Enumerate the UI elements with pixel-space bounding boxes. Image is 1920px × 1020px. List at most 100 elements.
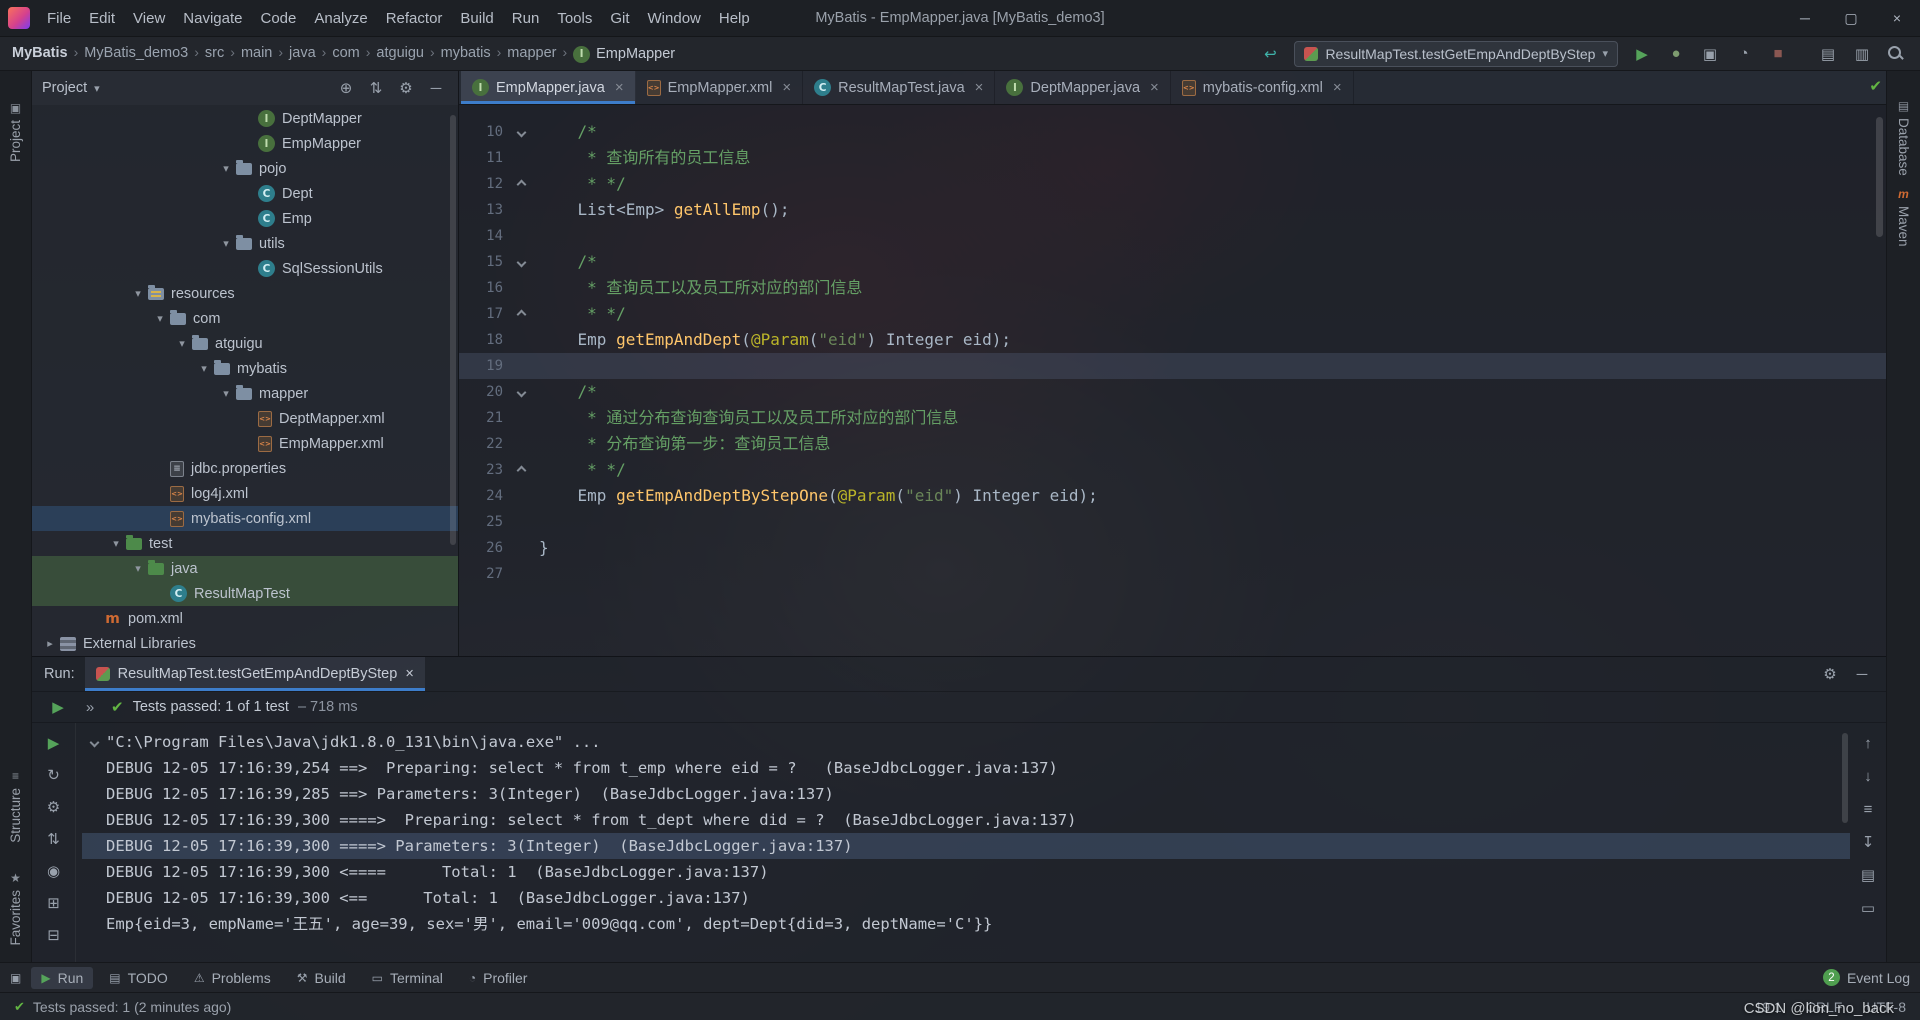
clear-console-icon[interactable]: ▭ [1856, 896, 1880, 920]
run-button[interactable]: ▶ [1630, 42, 1654, 66]
scroll-to-end-icon[interactable]: ↧ [1856, 830, 1880, 854]
editor-scrollbar[interactable] [1876, 117, 1883, 237]
tree-item[interactable]: Emp [32, 206, 458, 231]
code-editor[interactable]: 10 /*11 * 查询所有的员工信息12 * */13 List<Emp> g… [459, 105, 1886, 656]
tree-item[interactable]: ▾atguigu [32, 331, 458, 356]
fold-marker-icon[interactable] [503, 181, 539, 188]
menu-window[interactable]: Window [639, 6, 710, 31]
close-tab-icon[interactable]: × [405, 666, 413, 682]
menu-navigate[interactable]: Navigate [174, 6, 251, 31]
collapse-all-icon[interactable]: ⊟ [42, 923, 66, 947]
tool-strip-structure[interactable]: ≡Structure [0, 769, 31, 843]
breadcrumb-item[interactable]: atguigu [376, 45, 424, 61]
run-settings-icon[interactable]: ⚙ [1818, 662, 1842, 686]
console-fold-icon[interactable] [82, 729, 106, 755]
run-configuration-select[interactable]: ResultMapTest.testGetEmpAndDeptByStep ▾ [1294, 41, 1618, 67]
fold-marker-icon[interactable] [503, 389, 539, 396]
tool-strip-favorites[interactable]: ★Favorites [0, 871, 31, 946]
terminal-tool-button[interactable]: ▭Terminal [362, 967, 453, 989]
tree-item[interactable]: EmpMapper.xml [32, 431, 458, 456]
breadcrumb-item[interactable]: mybatis [441, 45, 491, 61]
tree-arrow-icon[interactable]: ▾ [172, 337, 192, 350]
breadcrumb-item[interactable]: MyBatis_demo3 [84, 45, 188, 61]
window-layout-icon[interactable]: ▥ [1850, 42, 1874, 66]
stop-button[interactable]: ■ [1766, 42, 1790, 66]
menu-refactor[interactable]: Refactor [377, 6, 452, 31]
editor-tab[interactable]: ResultMapTest.java× [803, 71, 995, 104]
locate-file-icon[interactable]: ⊕ [334, 76, 358, 100]
todo-tool-button[interactable]: ▤TODO [99, 967, 178, 989]
tree-arrow-icon[interactable]: ▾ [150, 312, 170, 325]
status-message[interactable]: Tests passed: 1 (2 minutes ago) [33, 999, 231, 1015]
editor-tab[interactable]: DeptMapper.java× [995, 71, 1170, 104]
project-panel-title[interactable]: Project [42, 80, 87, 96]
menu-file[interactable]: File [38, 6, 80, 31]
hide-panel-icon[interactable]: ─ [424, 76, 448, 100]
tree-item[interactable]: log4j.xml [32, 481, 458, 506]
tree-arrow-icon[interactable]: ▸ [40, 637, 60, 650]
fold-marker-icon[interactable] [503, 311, 539, 318]
tree-item[interactable]: SqlSessionUtils [32, 256, 458, 281]
console-scrollbar[interactable] [1842, 733, 1848, 823]
console-output[interactable]: "C:\Program Files\Java\jdk1.8.0_131\bin\… [76, 723, 1850, 962]
breadcrumb-item[interactable]: com [332, 45, 359, 61]
project-scrollbar[interactable] [450, 115, 456, 545]
print-icon[interactable]: ▤ [1856, 863, 1880, 887]
run-tab[interactable]: ResultMapTest.testGetEmpAndDeptByStep × [85, 657, 425, 691]
project-structure-icon[interactable]: ▤ [1816, 42, 1840, 66]
profiler-button[interactable]: ◔ [1732, 42, 1756, 66]
close-tab-icon[interactable]: × [1150, 79, 1159, 96]
tree-item[interactable]: ▾resources [32, 281, 458, 306]
menu-edit[interactable]: Edit [80, 6, 124, 31]
project-tree[interactable]: DeptMapperEmpMapper▾pojoDeptEmp▾utilsSql… [32, 105, 458, 656]
event-log-button[interactable]: 2 Event Log [1823, 969, 1910, 986]
tree-arrow-icon[interactable]: ▾ [216, 162, 236, 175]
fold-marker-icon[interactable] [503, 129, 539, 136]
menu-analyze[interactable]: Analyze [305, 6, 376, 31]
menu-code[interactable]: Code [251, 6, 305, 31]
tree-item[interactable]: ▸External Libraries [32, 631, 458, 656]
menu-git[interactable]: Git [601, 6, 638, 31]
editor-tab[interactable]: EmpMapper.xml× [636, 71, 804, 104]
tree-arrow-icon[interactable]: ▾ [216, 237, 236, 250]
up-stacktrace-icon[interactable]: ↑ [1856, 731, 1880, 755]
editor-tab[interactable]: EmpMapper.java× [461, 71, 636, 104]
tree-item[interactable]: EmpMapper [32, 131, 458, 156]
back-arrow-icon[interactable]: ↩ [1258, 42, 1282, 66]
soft-wrap-icon[interactable]: ≡ [1856, 797, 1880, 821]
menu-help[interactable]: Help [710, 6, 759, 31]
fold-marker-icon[interactable] [503, 467, 539, 474]
sort-tests-icon[interactable]: ⇅ [42, 827, 66, 851]
tree-arrow-icon[interactable]: ▾ [128, 287, 148, 300]
tool-strip-project[interactable]: ▣Project [0, 101, 31, 162]
tree-item[interactable]: pom.xml [32, 606, 458, 631]
rerun-failed-icon[interactable]: ↻ [42, 763, 66, 787]
tree-item[interactable]: ResultMapTest [32, 581, 458, 606]
expand-all-icon[interactable]: ⊞ [42, 891, 66, 915]
menu-build[interactable]: Build [451, 6, 502, 31]
tree-item[interactable]: ▾mybatis [32, 356, 458, 381]
close-tab-icon[interactable]: × [975, 79, 984, 96]
tool-strip-database[interactable]: ▤Database [1887, 99, 1920, 176]
expand-collapse-icon[interactable]: ⇅ [364, 76, 388, 100]
tool-windows-icon[interactable]: ▣ [10, 971, 21, 985]
tree-item[interactable]: ▾pojo [32, 156, 458, 181]
tree-arrow-icon[interactable]: ▾ [194, 362, 214, 375]
chevron-down-icon[interactable]: ▾ [94, 82, 100, 95]
problems-tool-button[interactable]: ⚠Problems [184, 967, 281, 989]
close-tab-icon[interactable]: × [615, 79, 624, 96]
breadcrumb-item[interactable]: java [289, 45, 316, 61]
minimize-button[interactable]: ─ [1782, 0, 1828, 36]
maximize-button[interactable]: ▢ [1828, 0, 1874, 36]
build-tool-button[interactable]: ⚒Build [287, 967, 356, 989]
menu-run[interactable]: Run [503, 6, 549, 31]
debug-button[interactable]: ● [1664, 42, 1688, 66]
snapshot-icon[interactable]: ◉ [42, 859, 66, 883]
menu-view[interactable]: View [124, 6, 174, 31]
tree-arrow-icon[interactable]: ▾ [106, 537, 126, 550]
settings-icon[interactable]: ⚙ [394, 76, 418, 100]
rerun-icon[interactable]: ▶ [42, 731, 66, 755]
rerun-tests-icon[interactable]: ▶ [46, 695, 70, 719]
run-tool-button[interactable]: ▶Run [31, 967, 93, 989]
tool-strip-maven[interactable]: mMaven [1887, 187, 1920, 247]
